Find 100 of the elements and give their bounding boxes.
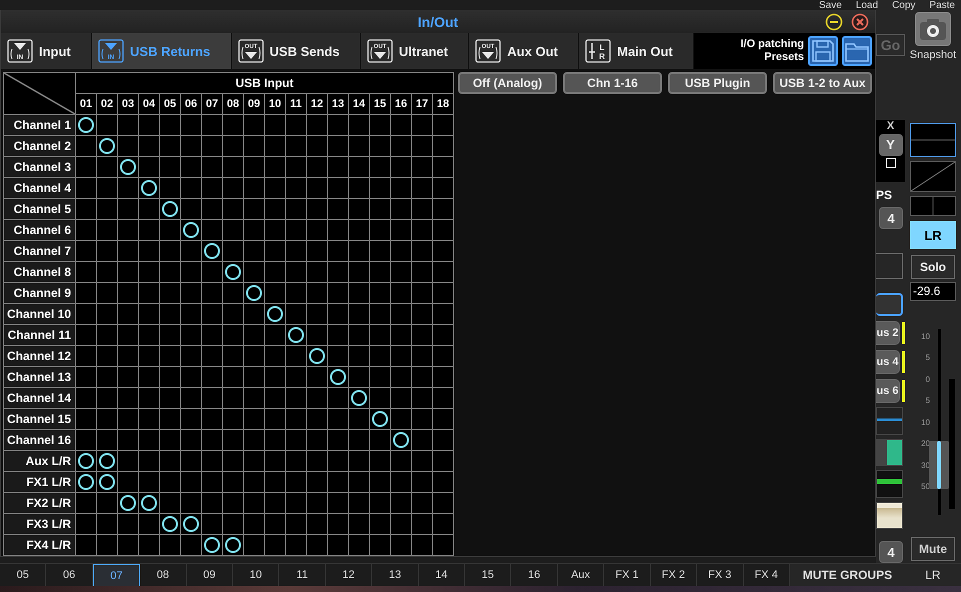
patch-cell[interactable] — [181, 199, 201, 219]
patch-cell[interactable] — [202, 514, 222, 534]
patch-cell[interactable] — [265, 451, 285, 471]
patch-cell[interactable] — [391, 346, 411, 366]
patch-cell[interactable] — [202, 241, 222, 261]
patch-cell[interactable] — [391, 409, 411, 429]
patch-cell[interactable] — [307, 325, 327, 345]
patch-cell[interactable] — [391, 430, 411, 450]
patch-cell[interactable] — [391, 472, 411, 492]
solo-button[interactable]: Solo — [911, 255, 955, 279]
patch-cell[interactable] — [391, 157, 411, 177]
patch-cell[interactable] — [328, 325, 348, 345]
patch-cell[interactable] — [118, 430, 138, 450]
patch-cell[interactable] — [118, 367, 138, 387]
save-button[interactable] — [808, 36, 838, 66]
patch-cell[interactable] — [286, 136, 306, 156]
group-button[interactable]: 4 — [879, 541, 903, 563]
patch-cell[interactable] — [118, 493, 138, 513]
thumbnail-icon[interactable] — [876, 502, 903, 530]
patch-cell[interactable] — [265, 199, 285, 219]
patch-cell[interactable] — [160, 262, 180, 282]
patch-cell[interactable] — [160, 136, 180, 156]
patch-cell[interactable] — [391, 514, 411, 534]
patch-cell[interactable] — [370, 304, 390, 324]
patch-cell[interactable] — [391, 199, 411, 219]
snapshot-button[interactable] — [915, 12, 951, 46]
patch-cell[interactable] — [139, 535, 159, 555]
patch-cell[interactable] — [181, 535, 201, 555]
patch-cell[interactable] — [391, 115, 411, 135]
patch-cell[interactable] — [391, 451, 411, 471]
patch-cell[interactable] — [202, 304, 222, 324]
patch-cell[interactable] — [223, 115, 243, 135]
preset-button[interactable]: Chn 1-16 — [563, 72, 662, 94]
patch-cell[interactable] — [139, 472, 159, 492]
patch-cell[interactable] — [202, 199, 222, 219]
patch-cell[interactable] — [286, 262, 306, 282]
patch-cell[interactable] — [286, 241, 306, 261]
patch-cell[interactable] — [286, 472, 306, 492]
patch-cell[interactable] — [349, 220, 369, 240]
patch-cell[interactable] — [76, 430, 96, 450]
patch-cell[interactable] — [160, 157, 180, 177]
patch-cell[interactable] — [76, 346, 96, 366]
patch-cell[interactable] — [181, 388, 201, 408]
patch-cell[interactable] — [265, 472, 285, 492]
patch-cell[interactable] — [286, 178, 306, 198]
patch-cell[interactable] — [265, 514, 285, 534]
patch-cell[interactable] — [265, 535, 285, 555]
patch-cell[interactable] — [223, 346, 243, 366]
patch-cell[interactable] — [97, 388, 117, 408]
patch-cell[interactable] — [139, 409, 159, 429]
patch-cell[interactable] — [433, 472, 453, 492]
patch-cell[interactable] — [244, 283, 264, 303]
patch-cell[interactable] — [370, 157, 390, 177]
patch-cell[interactable] — [181, 136, 201, 156]
patch-cell[interactable] — [97, 136, 117, 156]
patch-cell[interactable] — [97, 409, 117, 429]
patch-cell[interactable] — [433, 535, 453, 555]
patch-cell[interactable] — [160, 283, 180, 303]
patch-cell[interactable] — [370, 115, 390, 135]
patch-cell[interactable] — [307, 115, 327, 135]
patch-cell[interactable] — [139, 262, 159, 282]
patch-cell[interactable] — [307, 178, 327, 198]
patch-cell[interactable] — [139, 199, 159, 219]
preset-button[interactable]: USB 1-2 to Aux — [773, 72, 872, 94]
patch-cell[interactable] — [202, 472, 222, 492]
patch-cell[interactable] — [433, 220, 453, 240]
patch-cell[interactable] — [160, 514, 180, 534]
patch-cell[interactable] — [349, 199, 369, 219]
patch-cell[interactable] — [370, 241, 390, 261]
patch-cell[interactable] — [412, 283, 432, 303]
open-button[interactable] — [842, 36, 872, 66]
patch-cell[interactable] — [202, 136, 222, 156]
patch-cell[interactable] — [118, 514, 138, 534]
patch-cell[interactable] — [328, 157, 348, 177]
patch-cell[interactable] — [97, 283, 117, 303]
patch-cell[interactable] — [307, 157, 327, 177]
patch-cell[interactable] — [223, 136, 243, 156]
patch-cell[interactable] — [97, 199, 117, 219]
patch-cell[interactable] — [349, 535, 369, 555]
patch-cell[interactable] — [223, 493, 243, 513]
tab[interactable]: L R Main Out — [579, 33, 694, 69]
patch-cell[interactable] — [181, 157, 201, 177]
patch-cell[interactable] — [76, 262, 96, 282]
patch-cell[interactable] — [181, 304, 201, 324]
patch-cell[interactable] — [307, 262, 327, 282]
patch-cell[interactable] — [307, 535, 327, 555]
patch-cell[interactable] — [76, 493, 96, 513]
patch-cell[interactable] — [328, 493, 348, 513]
patch-cell[interactable] — [118, 388, 138, 408]
patch-cell[interactable] — [265, 178, 285, 198]
patch-cell[interactable] — [181, 241, 201, 261]
patch-cell[interactable] — [139, 283, 159, 303]
patch-cell[interactable] — [286, 430, 306, 450]
patch-cell[interactable] — [118, 262, 138, 282]
patch-cell[interactable] — [223, 367, 243, 387]
patch-cell[interactable] — [223, 262, 243, 282]
patch-cell[interactable] — [328, 472, 348, 492]
patch-cell[interactable] — [412, 493, 432, 513]
patch-cell[interactable] — [286, 220, 306, 240]
patch-cell[interactable] — [118, 535, 138, 555]
